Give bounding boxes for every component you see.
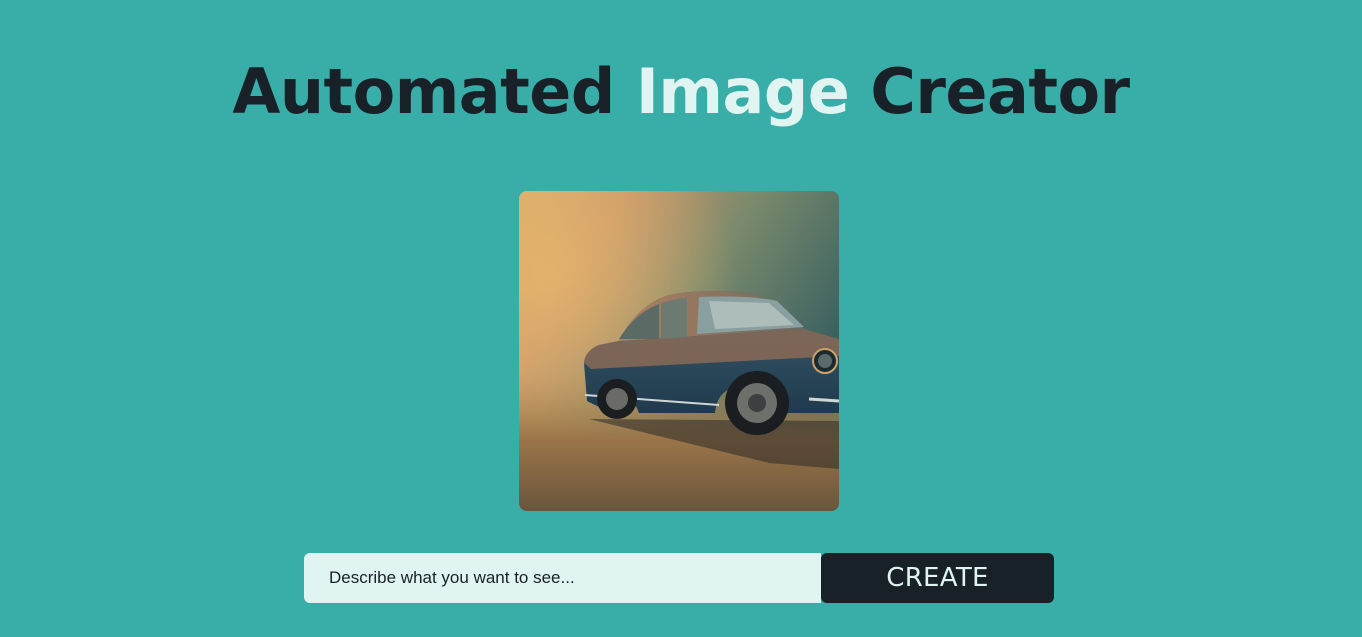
car-illustration bbox=[519, 191, 839, 511]
create-button[interactable]: CREATE bbox=[821, 553, 1054, 603]
generated-image bbox=[519, 191, 839, 511]
create-form: CREATE bbox=[304, 553, 1054, 603]
title-word-creator: Creator bbox=[870, 55, 1130, 128]
page-title: Automated Image Creator bbox=[0, 52, 1362, 132]
title-word-image: Image bbox=[635, 55, 850, 128]
prompt-input[interactable] bbox=[304, 553, 821, 603]
title-word-automated: Automated bbox=[232, 55, 615, 128]
